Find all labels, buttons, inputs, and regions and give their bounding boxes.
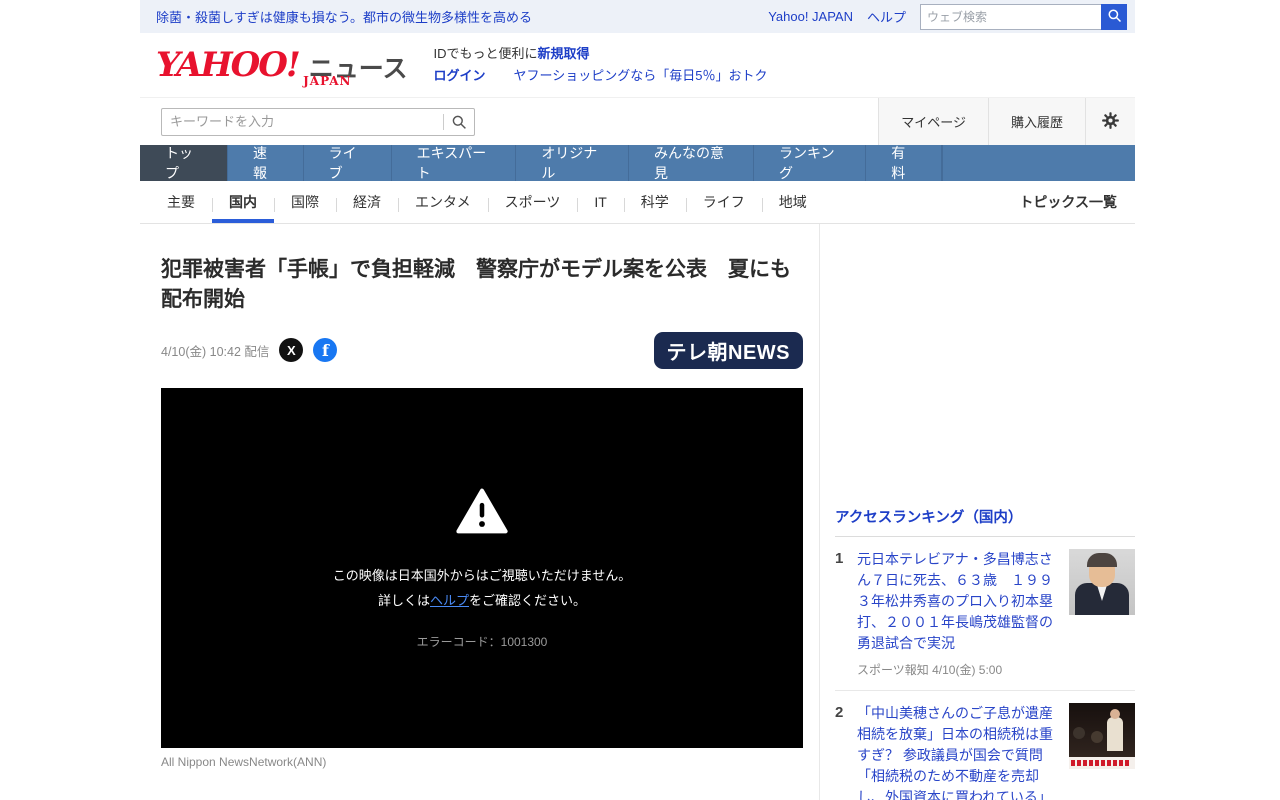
category-life[interactable]: ライフ bbox=[685, 181, 762, 223]
settings-button[interactable] bbox=[1085, 98, 1135, 145]
category-world[interactable]: 国際 bbox=[274, 181, 336, 223]
geo-error-line1: この映像は日本国外からはご視聴いただけません。 bbox=[332, 567, 632, 583]
thumb-speaker-shape bbox=[1107, 717, 1123, 751]
ranking-link[interactable]: 元日本テレビアナ・多昌博志さん７日に死去、６３歳 １９９３年松井秀喜のプロ入り初… bbox=[857, 549, 1059, 654]
ad-space bbox=[835, 224, 1135, 506]
source-badge[interactable]: テレ朝NEWS bbox=[653, 331, 803, 369]
web-search-button[interactable] bbox=[1101, 3, 1127, 30]
category-science[interactable]: 科学 bbox=[623, 181, 686, 223]
article-title: 犯罪被害者「手帳」で負担軽減 警察庁がモデル案を公表 夏にも配布開始 bbox=[161, 258, 791, 312]
nav-spacer bbox=[941, 145, 1135, 181]
category-region[interactable]: 地域 bbox=[761, 181, 824, 223]
category-it[interactable]: IT bbox=[577, 181, 623, 223]
login-link[interactable]: ログイン bbox=[434, 68, 486, 83]
ranking-thumbnail[interactable] bbox=[1069, 703, 1135, 769]
thumb-speaker-head bbox=[1110, 709, 1120, 719]
rank-number: 2 bbox=[835, 704, 844, 721]
mypage-link[interactable]: マイページ bbox=[878, 98, 988, 145]
article-column: 犯罪被害者「手帳」で負担軽減 警察庁がモデル案を公表 夏にも配布開始 4/10(… bbox=[161, 224, 803, 800]
x-icon: X bbox=[287, 342, 296, 358]
yahoo-japan-link[interactable]: Yahoo! JAPAN bbox=[768, 9, 853, 24]
ranking-thumbnail[interactable] bbox=[1069, 549, 1135, 615]
sidebar: アクセスランキング（国内） 1 元日本テレビアナ・多昌博志さん７日に死去、６３歳… bbox=[835, 224, 1135, 800]
error-code: エラーコード：1001300 bbox=[416, 634, 548, 649]
warning-icon bbox=[456, 488, 508, 539]
geo-error-post: をご確認ください。 bbox=[469, 592, 587, 608]
topbar-right: Yahoo! JAPAN ヘルプ bbox=[768, 3, 1127, 30]
gear-icon bbox=[1101, 111, 1120, 133]
video-player[interactable]: この映像は日本国外からはご視聴いただけません。 詳しくはヘルプをご確認ください。… bbox=[161, 387, 803, 748]
share-facebook-button[interactable]: f bbox=[313, 338, 338, 363]
category-entertainment[interactable]: エンタメ bbox=[398, 181, 488, 223]
thumb-figure-shape bbox=[1073, 727, 1085, 739]
thumb-hair-shape bbox=[1087, 553, 1117, 567]
web-search bbox=[920, 3, 1127, 30]
search-row: マイページ 購入履歴 bbox=[140, 97, 1135, 145]
signup-link[interactable]: 新規取得 bbox=[538, 46, 590, 61]
facebook-icon: f bbox=[321, 340, 329, 360]
keyword-search-box bbox=[161, 107, 475, 136]
thumb-caption-strip bbox=[1069, 757, 1135, 769]
ranking-item-1: 1 元日本テレビアナ・多昌博志さん７日に死去、６３歳 １９９３年松井秀喜のプロ入… bbox=[835, 537, 1135, 691]
keyword-search-icon[interactable] bbox=[444, 114, 474, 130]
logo-japan-text: JAPAN bbox=[303, 74, 352, 88]
ranking-source: スポーツ報知 4/10(金) 5:00 bbox=[857, 663, 1003, 677]
page-container: 除菌・殺菌しすぎは健康も損なう。都市の微生物多様性を高める Yahoo! JAP… bbox=[140, 0, 1135, 800]
geo-error-line2: 詳しくはヘルプをご確認ください。 bbox=[378, 590, 586, 609]
topic-link[interactable]: 除菌・殺菌しすぎは健康も損なう。都市の微生物多様性を高める bbox=[156, 7, 532, 26]
top-strip: 除菌・殺菌しすぎは健康も損なう。都市の微生物多様性を高める Yahoo! JAP… bbox=[140, 0, 1135, 33]
nav-tab-opinions[interactable]: みんなの意見 bbox=[629, 145, 754, 181]
topics-list-link[interactable]: トピックス一覧 bbox=[1001, 181, 1135, 223]
category-nav: 主要 国内 国際 経済 エンタメ スポーツ IT 科学 ライフ 地域 トピックス… bbox=[140, 181, 1135, 224]
rank-body: 「中山美穂さんのご子息が遺産相続を放棄」日本の相続税は重すぎ？ 参政議員が国会で… bbox=[857, 703, 1069, 800]
nav-tab-paid[interactable]: 有料 bbox=[866, 145, 942, 181]
shopping-promo-link[interactable]: ヤフーショッピングなら「毎日5％」おトク bbox=[514, 68, 768, 83]
geo-error-pre: 詳しくは bbox=[377, 592, 430, 608]
ranking-item-2: 2 「中山美穂さんのご子息が遺産相続を放棄」日本の相続税は重すぎ？ 参政議員が国… bbox=[835, 691, 1135, 800]
logo-yahoo-text: YAHOO! bbox=[156, 45, 301, 85]
web-search-input[interactable] bbox=[920, 3, 1101, 30]
content-area: 犯罪被害者「手帳」で負担軽減 警察庁がモデル案を公表 夏にも配布開始 4/10(… bbox=[140, 224, 1135, 800]
video-help-link[interactable]: ヘルプ bbox=[430, 593, 469, 608]
nav-tab-top[interactable]: トップ bbox=[140, 145, 228, 181]
help-link[interactable]: ヘルプ bbox=[867, 7, 906, 26]
main-nav: トップ 速報 ライブ エキスパート オリジナル みんなの意見 ランキング 有料 bbox=[140, 145, 1135, 181]
share-x-button[interactable]: X bbox=[279, 338, 304, 363]
thumb-caption-text bbox=[1071, 760, 1131, 766]
category-economy[interactable]: 経済 bbox=[336, 181, 398, 223]
category-main[interactable]: 主要 bbox=[150, 181, 212, 223]
nav-tab-sokuho[interactable]: 速報 bbox=[228, 145, 304, 181]
article-meta: 4/10(金) 10:42 配信 X f テレ朝NEWS bbox=[161, 331, 803, 369]
header-utilities: マイページ 購入履歴 bbox=[878, 98, 1135, 145]
nav-tab-live[interactable]: ライブ bbox=[304, 145, 392, 181]
ranking-heading[interactable]: アクセスランキング（国内） bbox=[835, 506, 1135, 537]
purchase-history-link[interactable]: 購入履歴 bbox=[987, 98, 1085, 145]
rank-number: 1 bbox=[835, 550, 844, 567]
rank-body: 元日本テレビアナ・多昌博志さん７日に死去、６３歳 １９９３年松井秀喜のプロ入り初… bbox=[857, 549, 1069, 678]
publish-date: 4/10(金) 10:42 配信 bbox=[161, 344, 270, 359]
ranking-link[interactable]: 「中山美穂さんのご子息が遺産相続を放棄」日本の相続税は重すぎ？ 参政議員が国会で… bbox=[857, 703, 1059, 800]
search-icon bbox=[1107, 8, 1122, 26]
yahoo-news-logo[interactable]: YAHOO! JAPAN ニュース bbox=[156, 45, 408, 88]
nav-tab-original[interactable]: オリジナル bbox=[516, 145, 629, 181]
nav-tab-ranking[interactable]: ランキング bbox=[754, 145, 867, 181]
id-promo-text: IDでもっと便利に bbox=[433, 45, 538, 61]
category-sports[interactable]: スポーツ bbox=[487, 181, 578, 223]
category-domestic[interactable]: 国内 bbox=[212, 181, 274, 223]
keyword-search-input[interactable] bbox=[162, 114, 443, 129]
column-divider bbox=[819, 224, 820, 800]
thumb-figure-shape bbox=[1091, 731, 1103, 743]
header: YAHOO! JAPAN ニュース IDでもっと便利に新規取得 ログイン ヤフーシ… bbox=[140, 33, 1135, 97]
video-caption: All Nippon NewsNetwork(ANN) bbox=[161, 754, 327, 769]
nav-tab-expert[interactable]: エキスパート bbox=[392, 145, 517, 181]
header-login-info: IDでもっと便利に新規取得 ログイン ヤフーショッピングなら「毎日5％」おトク bbox=[434, 44, 768, 86]
